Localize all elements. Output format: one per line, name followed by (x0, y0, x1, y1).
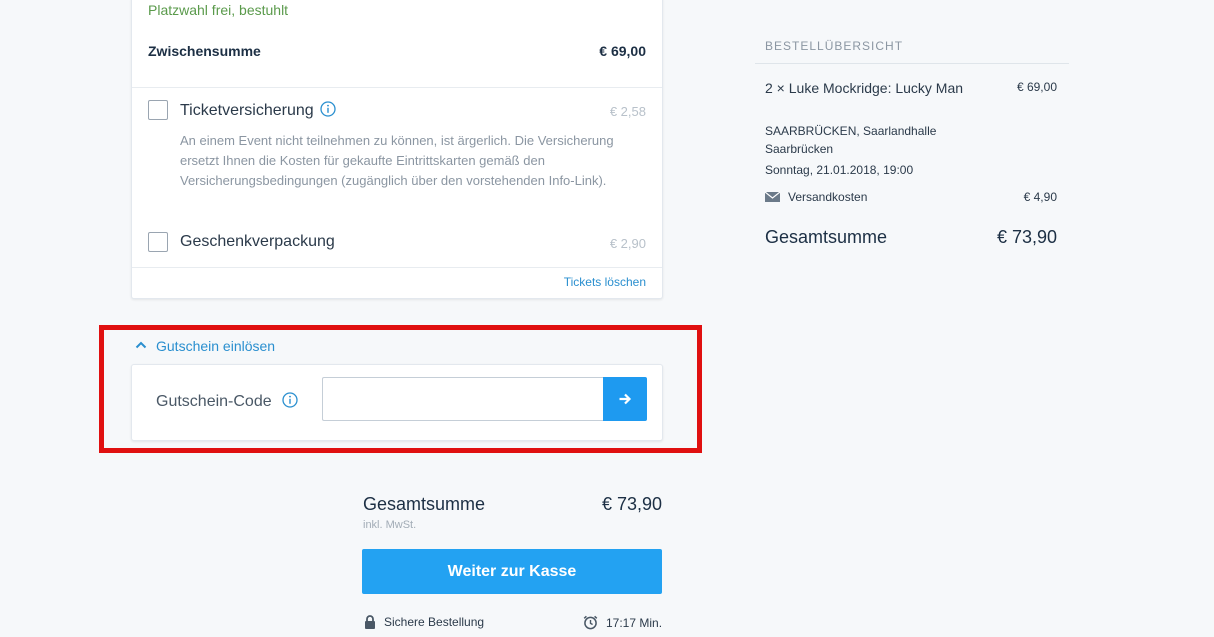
summary-date: Sonntag, 21.01.2018, 19:00 (765, 163, 914, 177)
voucher-code-input[interactable] (322, 377, 604, 421)
ticket-insurance-checkbox[interactable] (148, 100, 168, 120)
info-icon[interactable] (281, 392, 298, 408)
subtotal-value: € 69,00 (599, 43, 646, 59)
lock-icon (365, 615, 375, 629)
gift-wrap-checkbox[interactable] (148, 232, 168, 252)
option-ticket-insurance: Ticketversicherung € 2,58 (148, 99, 646, 123)
cart-card: Platzwahl frei, bestuhlt Zwischensumme €… (131, 0, 663, 299)
voucher-card: Gutschein-Code (131, 364, 663, 441)
ticket-insurance-description: An einem Event nicht teilnehmen zu könne… (180, 133, 614, 188)
summary-total-label: Gesamtsumme (765, 227, 888, 247)
alarm-clock-icon (583, 615, 598, 630)
secure-order-label: Sichere Bestellung (384, 615, 485, 629)
ticket-insurance-price: € 2,58 (609, 104, 646, 119)
summary-divider (755, 63, 1069, 64)
total-value: € 73,90 (601, 494, 662, 514)
voucher-submit-button[interactable] (603, 377, 647, 421)
chevron-up-icon (135, 341, 147, 349)
session-timer-label: 17:17 Min. (606, 616, 663, 630)
summary-item-price: € 69,00 (1016, 80, 1057, 94)
info-icon[interactable] (320, 101, 336, 117)
subtotal-label: Zwischensumme (148, 43, 261, 59)
summary-shipping-label: Versandkosten (788, 190, 868, 204)
option-label: Ticketversicherung (180, 101, 336, 120)
arrow-right-icon (619, 393, 632, 405)
voucher-toggle[interactable]: Gutschein einlösen (134, 338, 275, 354)
total-label: Gesamtsumme (363, 494, 486, 514)
summary-total-value: € 73,90 (996, 227, 1057, 247)
gift-wrap-label: Geschenkverpackung (180, 233, 335, 250)
summary-item-name: 2 × Luke Mockridge: Lucky Man (765, 80, 964, 96)
summary-heading: BESTELLÜBERSICHT (765, 39, 904, 53)
voucher-code-label: Gutschein-Code (156, 393, 272, 410)
vat-note: inkl. MwSt. (363, 519, 417, 531)
delete-tickets-link[interactable]: Tickets löschen (564, 275, 646, 289)
voucher-toggle-label: Gutschein einlösen (156, 338, 276, 354)
divider (132, 87, 662, 88)
seat-info: Platzwahl frei, bestuhlt (148, 2, 289, 18)
summary-venue: SAARBRÜCKEN, Saarlandhalle Saarbrücken (765, 124, 937, 156)
session-timer: 17:17 Min. (583, 615, 662, 630)
envelope-icon (764, 191, 781, 202)
secure-order: Sichere Bestellung (364, 615, 484, 629)
ticket-insurance-label: Ticketversicherung (180, 102, 314, 119)
summary-shipping: Versandkosten (764, 190, 868, 204)
gift-wrap-price: € 2,90 (609, 236, 646, 251)
option-gift-wrap: Geschenkverpackung € 2,90 (148, 231, 646, 255)
voucher-field-label: Gutschein-Code (156, 392, 298, 411)
divider (132, 267, 662, 268)
checkout-button[interactable]: Weiter zur Kasse (362, 549, 662, 594)
summary-shipping-price: € 4,90 (1023, 190, 1057, 204)
